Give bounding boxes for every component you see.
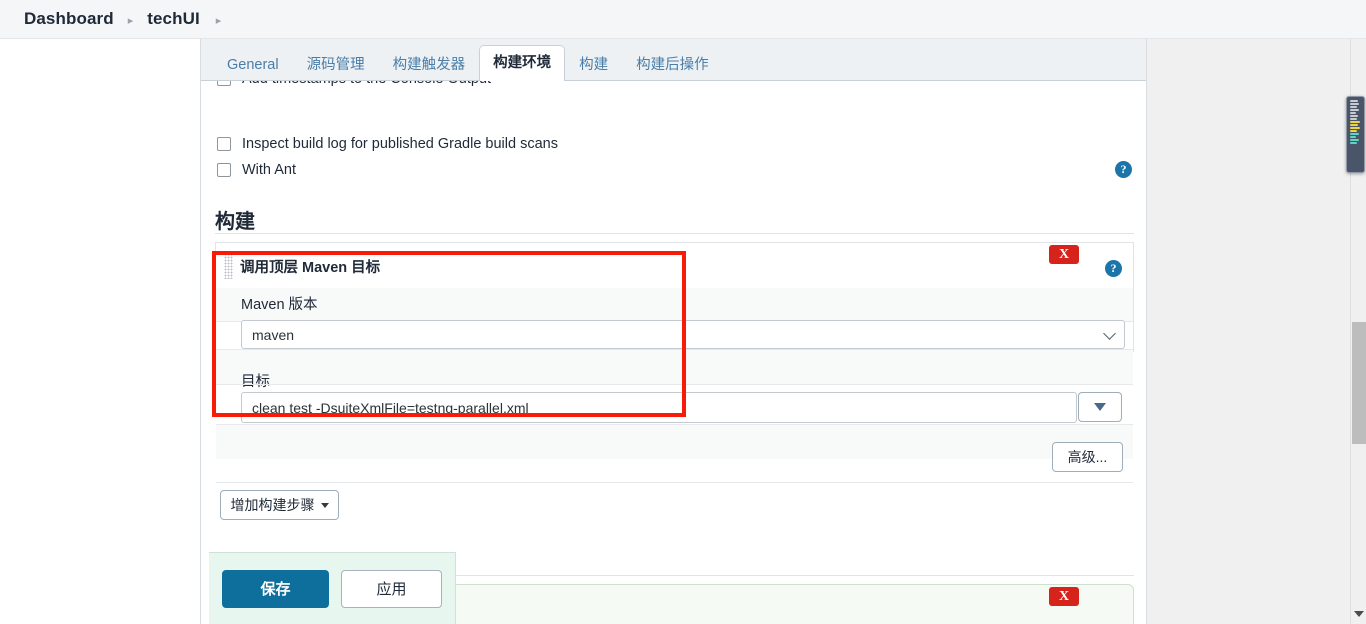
drag-handle-icon[interactable] (224, 253, 233, 279)
goals-dropdown-button[interactable] (1078, 392, 1122, 422)
checkbox-label-add-timestamps: Add timestamps to the Console Output (242, 81, 491, 87)
tab-post-build-actions[interactable]: 构建后操作 (622, 47, 723, 81)
checkbox-row-add-timestamps[interactable]: Add timestamps to the Console Output (217, 81, 491, 87)
field-label-maven-version: Maven 版本 (241, 297, 318, 313)
breadcrumb-separator-trailing-icon: ▸ (215, 14, 222, 27)
field-label-goals: 目标 (241, 374, 270, 390)
jenkins-job-config-screen: Dashboard ▸ techUI ▸ General 源码管理 构建触发器 … (0, 0, 1366, 624)
checkbox-with-ant[interactable] (217, 163, 231, 177)
breadcrumb-separator-icon: ▸ (127, 14, 134, 27)
section-divider-build (215, 233, 1134, 234)
scroll-down-arrow-icon[interactable] (1351, 606, 1366, 622)
help-icon-maven-step[interactable]: ? (1105, 260, 1122, 277)
maven-version-select-wrap[interactable]: maven (241, 320, 1125, 349)
add-build-step-button[interactable]: 增加构建步骤 (220, 490, 339, 520)
config-scroll-area[interactable]: Add timestamps to the Console Output Ins… (201, 81, 1146, 624)
right-gutter (1147, 39, 1351, 624)
config-tabbar: General 源码管理 构建触发器 构建环境 构建 构建后操作 (201, 39, 1146, 81)
breadcrumb-item-techui[interactable]: techUI (147, 9, 200, 29)
tab-build-triggers[interactable]: 构建触发器 (379, 47, 480, 81)
breadcrumb: Dashboard ▸ techUI ▸ (0, 0, 1366, 39)
save-bar: 保存 应用 (209, 552, 456, 624)
delete-postbuild-step-button[interactable]: X (1049, 587, 1079, 606)
checkbox-gradle-scans[interactable] (217, 137, 231, 151)
row-divider-5 (216, 482, 1133, 483)
row-tint-goals-label (216, 350, 1133, 384)
row-divider-3 (216, 384, 1133, 385)
advanced-button[interactable]: 高级... (1052, 442, 1123, 472)
caret-down-icon (1094, 403, 1106, 411)
tab-general[interactable]: General (213, 47, 293, 81)
tab-build-environment[interactable]: 构建环境 (479, 45, 566, 81)
caret-down-icon (320, 502, 329, 508)
checkbox-label-with-ant: With Ant (242, 162, 296, 178)
checkbox-row-with-ant[interactable]: With Ant (217, 162, 296, 178)
build-step-header: 调用顶层 Maven 目标 (216, 243, 1133, 289)
section-heading-build: 构建 (215, 211, 255, 233)
tab-build[interactable]: 构建 (565, 47, 622, 81)
config-panel: General 源码管理 构建触发器 构建环境 构建 构建后操作 Add tim… (200, 39, 1147, 624)
apply-button[interactable]: 应用 (341, 569, 442, 608)
checkbox-row-gradle-scans[interactable]: Inspect build log for published Gradle b… (217, 136, 558, 152)
minimap-widget[interactable] (1346, 96, 1365, 173)
tab-source-code-management[interactable]: 源码管理 (293, 47, 379, 81)
add-build-step-label: 增加构建步骤 (230, 497, 315, 513)
row-tint-maven-version-label (216, 288, 1133, 321)
build-step-title: 调用顶层 Maven 目标 (240, 259, 381, 276)
page-scrollbar-thumb[interactable] (1352, 322, 1366, 444)
checkbox-label-gradle-scans: Inspect build log for published Gradle b… (242, 136, 558, 152)
delete-build-step-button[interactable]: X (1049, 245, 1079, 264)
help-icon-with-ant[interactable]: ? (1115, 161, 1132, 178)
row-tint-advanced (216, 425, 1133, 459)
maven-version-select[interactable]: maven (241, 320, 1125, 349)
goals-input[interactable] (241, 392, 1077, 423)
advanced-button-label: 高级... (1067, 449, 1108, 465)
checkbox-add-timestamps[interactable] (217, 81, 231, 86)
breadcrumb-item-dashboard[interactable]: Dashboard (24, 9, 114, 29)
save-button[interactable]: 保存 (222, 569, 329, 608)
